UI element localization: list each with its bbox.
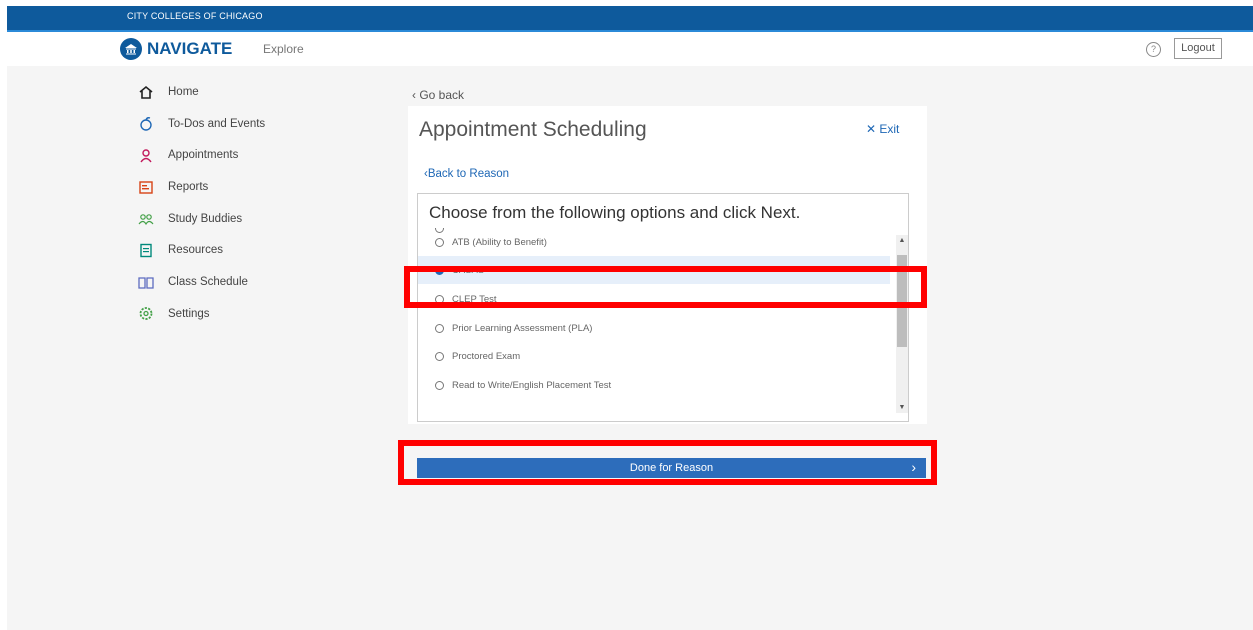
- radio-button[interactable]: [435, 237, 444, 247]
- sidebar-item-home[interactable]: Home: [137, 84, 265, 116]
- reason-options-box: Choose from the following options and cl…: [417, 193, 909, 422]
- person-icon: [137, 147, 155, 163]
- sidebar-item-class-schedule[interactable]: Class Schedule: [137, 274, 265, 306]
- header: NAVIGATE Explore ? Logout: [7, 30, 1253, 66]
- exit-label: Exit: [879, 122, 900, 136]
- option-label: CASAS: [452, 264, 485, 276]
- option-label: Proctored Exam: [452, 350, 521, 362]
- top-bar: CITY COLLEGES OF CHICAGO: [7, 6, 1253, 30]
- sidebar-item-label: Resources: [168, 244, 223, 257]
- page-title: Appointment Scheduling: [419, 118, 647, 141]
- sidebar-nav: Home To-Dos and Events Appointments Repo…: [137, 84, 265, 338]
- sidebar-item-label: Class Schedule: [168, 276, 248, 289]
- go-back-label: Go back: [419, 88, 465, 102]
- option-label: Read to Write/English Placement Test: [452, 379, 612, 391]
- chevron-right-icon: ›: [911, 459, 916, 475]
- explore-link[interactable]: Explore: [263, 42, 304, 56]
- sidebar-item-resources[interactable]: Resources: [137, 242, 265, 274]
- radio-button[interactable]: [435, 294, 444, 304]
- scheduling-panel: Appointment Scheduling ✕ Exit ‹Back to R…: [408, 106, 927, 424]
- option-proctored[interactable]: Proctored Exam: [418, 342, 890, 370]
- help-icon[interactable]: ?: [1146, 42, 1161, 57]
- radio-button-selected[interactable]: [435, 265, 444, 275]
- options-scrollbar[interactable]: ▲ ▼: [896, 235, 908, 413]
- navigate-logo-text[interactable]: NAVIGATE: [147, 39, 232, 59]
- sidebar-item-label: To-Dos and Events: [168, 117, 266, 130]
- document-icon: [137, 242, 155, 258]
- instruction-text: Choose from the following options and cl…: [429, 203, 801, 222]
- book-icon: [137, 274, 155, 290]
- option-casas[interactable]: CASAS: [418, 256, 890, 284]
- sidebar-item-todos[interactable]: To-Dos and Events: [137, 116, 265, 148]
- sidebar-item-label: Settings: [168, 307, 210, 320]
- back-to-reason-link[interactable]: ‹Back to Reason: [424, 168, 509, 180]
- done-button-label: Done for Reason: [629, 462, 714, 474]
- sidebar-item-study-buddies[interactable]: Study Buddies: [137, 211, 265, 243]
- sidebar-item-label: Study Buddies: [168, 212, 243, 225]
- sidebar-item-label: Home: [168, 86, 199, 98]
- people-icon: [137, 211, 155, 227]
- scroll-down-icon[interactable]: ▼: [898, 404, 906, 411]
- home-icon: [137, 84, 155, 100]
- radio-button[interactable]: [435, 323, 444, 333]
- radio-button[interactable]: [435, 380, 444, 390]
- logout-button[interactable]: Logout: [1174, 38, 1222, 59]
- option-label: CLEP Test: [452, 293, 497, 305]
- back-to-reason-label: Back to Reason: [427, 168, 510, 180]
- sidebar-item-reports[interactable]: Reports: [137, 179, 265, 211]
- sidebar-item-settings[interactable]: Settings: [137, 306, 265, 338]
- option-pla[interactable]: Prior Learning Assessment (PLA): [418, 314, 890, 342]
- scroll-up-icon[interactable]: ▲: [898, 237, 906, 244]
- radio-button[interactable]: [435, 351, 444, 361]
- options-list[interactable]: ATB (Ability to Benefit) CASAS CLEP Test…: [418, 228, 890, 418]
- option-clep[interactable]: CLEP Test: [418, 285, 890, 313]
- sidebar-item-label: Appointments: [168, 149, 239, 162]
- close-icon: ✕: [866, 122, 880, 136]
- apple-icon: [137, 116, 155, 132]
- option-label: ATB (Ability to Benefit): [452, 236, 547, 248]
- go-back-link[interactable]: ‹ Go back: [412, 88, 464, 102]
- sidebar-item-label: Reports: [168, 181, 209, 194]
- scrollbar-thumb[interactable]: [897, 255, 907, 347]
- report-icon: [137, 179, 155, 195]
- sidebar-item-appointments[interactable]: Appointments: [137, 147, 265, 179]
- gear-icon: [137, 306, 155, 322]
- exit-button[interactable]: ✕ Exit: [866, 122, 899, 136]
- org-name: CITY COLLEGES OF CHICAGO: [127, 11, 263, 21]
- option-read-to-write[interactable]: Read to Write/English Placement Test: [418, 371, 890, 399]
- app-window: CITY COLLEGES OF CHICAGO NAVIGATE Explor…: [7, 6, 1253, 630]
- option-atb[interactable]: ATB (Ability to Benefit): [418, 228, 890, 256]
- done-for-reason-button[interactable]: Done for Reason ›: [417, 458, 926, 478]
- navigate-logo-icon[interactable]: [120, 38, 142, 60]
- option-label: Prior Learning Assessment (PLA): [452, 322, 593, 334]
